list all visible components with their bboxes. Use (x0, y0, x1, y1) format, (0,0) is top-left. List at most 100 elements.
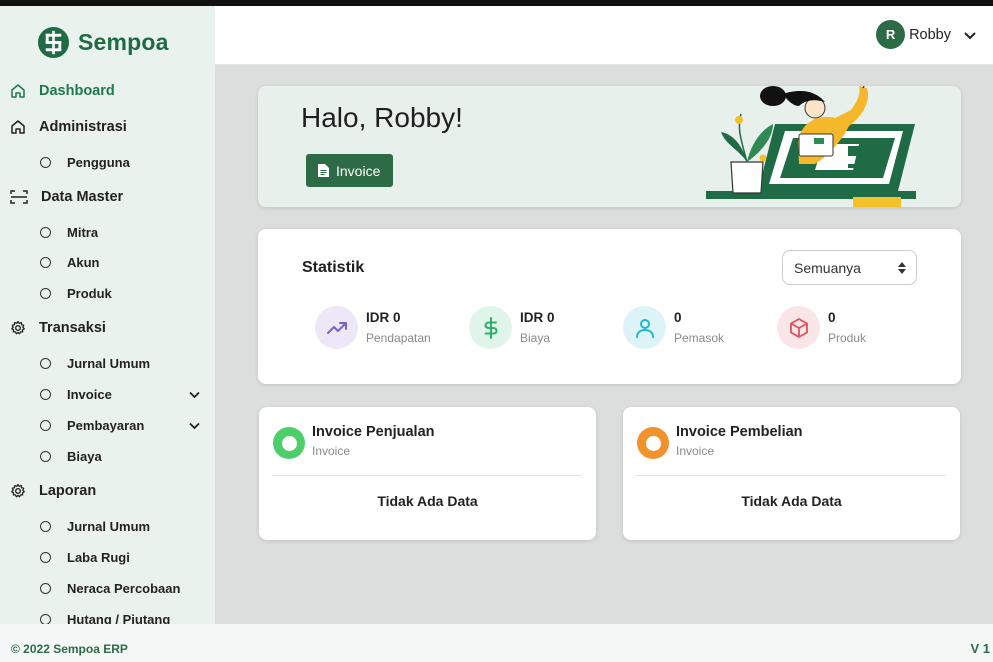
invoice-button-label: Invoice (336, 162, 381, 179)
sidebar-item-label: Biaya (67, 448, 102, 464)
card-subtitle: Invoice (312, 444, 351, 458)
chevron-down-icon[interactable] (963, 28, 977, 42)
sales-invoice-card: Invoice Penjualan Invoice Tidak Ada Data (259, 407, 596, 540)
circle-icon (40, 256, 51, 268)
circle-icon (40, 226, 51, 238)
sidebar-item-label: Invoice (67, 386, 112, 402)
circle-icon (40, 287, 51, 299)
circle-icon (40, 156, 51, 168)
sidebar-item-label: Jurnal Umum (67, 355, 151, 371)
version-text: V 1 (970, 641, 990, 656)
sidebar-item-label: Pembayaran (67, 417, 145, 433)
gear-icon (11, 320, 25, 335)
stat-label: Pemasok (674, 331, 725, 345)
stat-pendapatan: IDR 0 Pendapatan (315, 306, 455, 350)
greeting-title: Halo, Robby! (301, 102, 463, 133)
sidebar-item-biaya[interactable]: Biaya (0, 443, 215, 469)
empty-state-text: Tidak Ada Data (741, 493, 842, 509)
invoice-button[interactable]: Invoice (306, 154, 393, 187)
footer: © 2022 Sempoa ERP V 1 (0, 624, 993, 662)
stat-label: Pendapatan (366, 331, 431, 345)
sidebar-item-label: Akun (67, 254, 100, 270)
sidebar-item-label: Transaksi (39, 320, 106, 336)
sidebar-item-pembayaran[interactable]: Pembayaran (0, 412, 215, 438)
status-dot-icon (637, 427, 669, 459)
sidebar-item-hutang-piutang[interactable]: Hutang / Piutang (0, 606, 215, 624)
sidebar: Sempoa Dashboard Administrasi Pengguna D… (0, 6, 215, 624)
sidebar-item-dashboard[interactable]: Dashboard (0, 76, 215, 106)
sidebar-item-label: Laporan (39, 483, 97, 499)
stat-icon-bg (469, 306, 512, 349)
stat-biaya: IDR 0 Biaya (469, 306, 609, 350)
stat-value: 0 (828, 310, 836, 325)
empty-state-text: Tidak Ada Data (377, 493, 478, 509)
sidebar-item-jurnal-umum[interactable]: Jurnal Umum (0, 350, 215, 376)
statistics-title: Statistik (302, 259, 365, 276)
stat-produk: 0 Produk (777, 306, 917, 350)
period-filter-value: Semuanya (794, 259, 861, 276)
gear-icon (11, 483, 25, 498)
top-header: R Robby (215, 6, 993, 65)
sidebar-item-produk[interactable]: Produk (0, 280, 215, 306)
chevron-down-icon[interactable] (188, 419, 201, 432)
stat-label: Biaya (520, 331, 551, 345)
sidebar-item-label: Pengguna (67, 154, 130, 170)
scan-icon (10, 190, 28, 204)
logo[interactable]: Sempoa (37, 26, 169, 59)
circle-icon (40, 613, 51, 624)
avatar: R (876, 20, 906, 49)
circle-icon (40, 419, 51, 431)
stat-icon-bg (623, 306, 666, 349)
home-icon (11, 120, 25, 134)
sidebar-item-akun[interactable]: Akun (0, 249, 215, 275)
stat-value: 0 (674, 310, 682, 325)
copyright-text: © 2022 Sempoa ERP (11, 642, 128, 656)
sidebar-item-administrasi[interactable]: Administrasi (0, 112, 215, 142)
sidebar-item-invoice[interactable]: Invoice (0, 381, 215, 407)
person-laptop-illustration (706, 86, 916, 207)
card-title: Invoice Penjualan (312, 424, 435, 440)
logo-text: Sempoa (78, 29, 169, 55)
trending-up-icon (326, 321, 347, 334)
sidebar-item-mitra[interactable]: Mitra (0, 219, 215, 245)
stat-value: IDR 0 (520, 310, 555, 325)
user-name: Robby (909, 26, 951, 43)
sidebar-item-label: Mitra (67, 224, 99, 240)
sidebar-item-label: Produk (67, 285, 112, 301)
purchase-invoice-card: Invoice Pembelian Invoice Tidak Ada Data (623, 407, 960, 540)
greeting-card: Halo, Robby! Invoice (258, 86, 961, 207)
user-icon (635, 318, 654, 338)
sempoa-logo-icon (37, 26, 70, 59)
sidebar-item-label: Administrasi (39, 119, 127, 135)
sidebar-item-neraca-percobaan[interactable]: Neraca Percobaan (0, 575, 215, 601)
chevron-down-icon[interactable] (188, 388, 201, 401)
sidebar-item-laporan-jurnal-umum[interactable]: Jurnal Umum (0, 513, 215, 539)
user-menu[interactable]: R Robby (876, 20, 977, 49)
stat-value: IDR 0 (366, 310, 401, 325)
sidebar-item-label: Jurnal Umum (67, 518, 151, 534)
stat-icon-bg (777, 306, 820, 349)
circle-icon (40, 520, 51, 532)
stat-label: Produk (828, 331, 867, 345)
box-icon (789, 317, 808, 338)
sidebar-item-laporan[interactable]: Laporan (0, 476, 215, 506)
sidebar-item-label: Dashboard (39, 83, 115, 99)
circle-icon (40, 582, 51, 594)
status-dot-icon (273, 427, 305, 459)
circle-icon (40, 388, 51, 400)
circle-icon (40, 357, 51, 369)
sort-caret-icon (898, 262, 906, 274)
circle-icon (40, 450, 51, 462)
sidebar-item-label: Data Master (41, 189, 124, 205)
sidebar-item-data-master[interactable]: Data Master (0, 182, 215, 212)
stat-pemasok: 0 Pemasok (623, 306, 763, 350)
home-icon (11, 84, 25, 98)
document-icon (318, 164, 329, 177)
period-filter-select[interactable]: Semuanya (782, 250, 917, 285)
sidebar-item-laba-rugi[interactable]: Laba Rugi (0, 544, 215, 570)
sidebar-item-transaksi[interactable]: Transaksi (0, 313, 215, 343)
card-title: Invoice Pembelian (676, 424, 803, 440)
divider (636, 475, 946, 476)
divider (272, 475, 582, 476)
sidebar-item-pengguna[interactable]: Pengguna (0, 149, 215, 175)
